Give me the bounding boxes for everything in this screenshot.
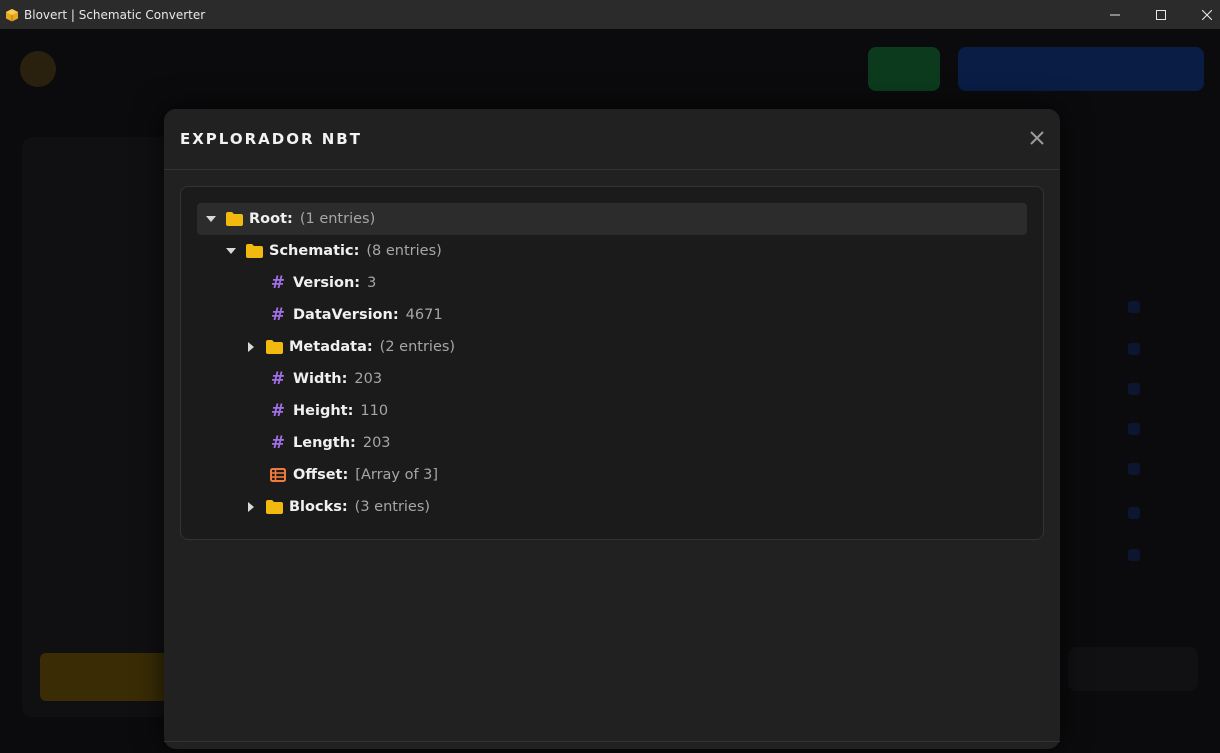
background-left-panel xyxy=(22,137,172,717)
background-dot xyxy=(1128,301,1140,313)
hash-icon: # xyxy=(270,273,286,293)
tree-node-version[interactable]: # Version: 3 xyxy=(269,267,376,299)
hash-icon: # xyxy=(270,433,286,453)
tree-node-offset[interactable]: Offset: [Array of 3] xyxy=(269,459,438,491)
tree-node-value: 3 xyxy=(367,275,377,291)
hash-icon: # xyxy=(270,401,286,421)
app-cube-icon xyxy=(5,8,19,22)
window-close-button[interactable] xyxy=(1184,0,1220,29)
tree-node-height[interactable]: # Height: 110 xyxy=(269,395,388,427)
modal-close-button[interactable] xyxy=(1028,129,1046,147)
tree-node-value: 4671 xyxy=(405,307,443,323)
tree-node-value: [Array of 3] xyxy=(355,467,439,483)
background-dot xyxy=(1128,423,1140,435)
modal-title: EXPLORADOR NBT xyxy=(180,130,362,148)
background-blue-button xyxy=(958,47,1204,91)
tree-node-blocks[interactable]: Blocks: (3 entries) xyxy=(243,491,430,523)
background-pill-button xyxy=(1068,647,1198,691)
background-yellow-button xyxy=(40,653,180,701)
tree-node-key: Version: xyxy=(293,275,361,291)
background-green-button xyxy=(868,47,940,91)
close-icon xyxy=(1030,131,1044,145)
tree-node-key: Schematic: xyxy=(269,243,360,259)
folder-icon xyxy=(265,499,283,515)
tree-node-dataversion[interactable]: # DataVersion: 4671 xyxy=(269,299,443,331)
window-titlebar: Blovert | Schematic Converter xyxy=(0,0,1220,29)
modal-footer-edge xyxy=(164,741,1060,749)
tree-node-value: 203 xyxy=(362,435,391,451)
tree-node-value: 110 xyxy=(360,403,389,419)
tree-node-root[interactable]: Root: (1 entries) xyxy=(197,203,1027,235)
background-dot xyxy=(1128,383,1140,395)
nbt-tree-panel: Root: (1 entries) Schematic: (8 entries)… xyxy=(180,186,1044,540)
folder-icon xyxy=(225,211,243,227)
background-dot xyxy=(1128,463,1140,475)
tree-node-key: DataVersion: xyxy=(293,307,399,323)
caret-down-icon[interactable] xyxy=(223,243,239,259)
background-dot xyxy=(1128,549,1140,561)
background-dot xyxy=(1128,343,1140,355)
caret-down-icon[interactable] xyxy=(203,211,219,227)
tree-node-length[interactable]: # Length: 203 xyxy=(269,427,391,459)
maximize-button[interactable] xyxy=(1138,0,1184,29)
window-title: Blovert | Schematic Converter xyxy=(24,7,206,22)
folder-icon xyxy=(265,339,283,355)
tree-node-key: Blocks: xyxy=(289,499,348,515)
app-logo xyxy=(20,51,56,87)
minimize-button[interactable] xyxy=(1092,0,1138,29)
tree-node-key: Length: xyxy=(293,435,356,451)
tree-node-value: (8 entries) xyxy=(366,243,442,259)
hash-icon: # xyxy=(270,369,286,389)
nbt-explorer-modal: EXPLORADOR NBT Root: (1 entries) Schemat… xyxy=(164,109,1060,749)
caret-right-icon[interactable] xyxy=(243,339,259,355)
hash-icon: # xyxy=(270,305,286,325)
tree-node-key: Metadata: xyxy=(289,339,373,355)
tree-node-key: Width: xyxy=(293,371,348,387)
tree-node-width[interactable]: # Width: 203 xyxy=(269,363,382,395)
tree-node-key: Height: xyxy=(293,403,354,419)
tree-node-value: (1 entries) xyxy=(299,211,376,227)
tree-node-key: Root: xyxy=(249,211,293,227)
caret-right-icon[interactable] xyxy=(243,499,259,515)
tree-node-value: (3 entries) xyxy=(354,499,431,515)
folder-icon xyxy=(245,243,263,259)
logo-orb-icon xyxy=(20,51,56,87)
array-icon xyxy=(269,467,287,483)
tree-node-value: 203 xyxy=(354,371,383,387)
tree-node-value: (2 entries) xyxy=(379,339,456,355)
tree-node-key: Offset: xyxy=(293,467,349,483)
background-dot xyxy=(1128,507,1140,519)
tree-node-schematic[interactable]: Schematic: (8 entries) xyxy=(223,235,442,267)
modal-header: EXPLORADOR NBT xyxy=(164,109,1060,170)
tree-node-metadata[interactable]: Metadata: (2 entries) xyxy=(243,331,455,363)
